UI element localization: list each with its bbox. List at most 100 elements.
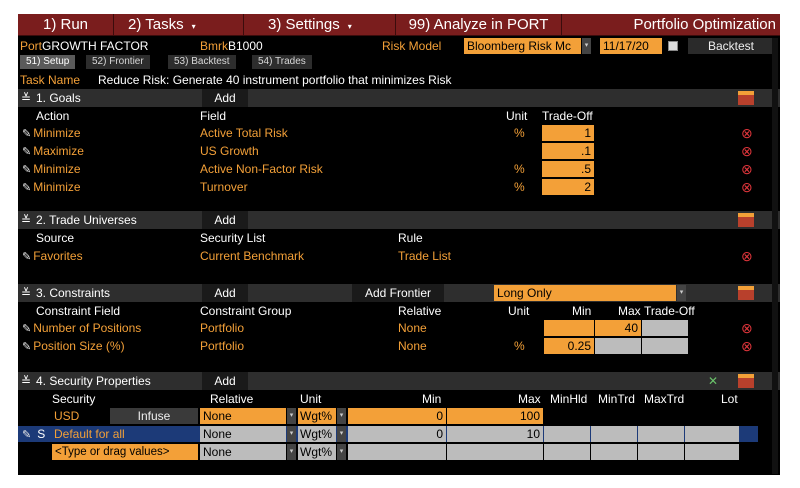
tab-setup[interactable]: 51) Setup: [20, 55, 76, 69]
risk-model-dropdown[interactable]: Bloomberg Risk Mc: [464, 38, 581, 54]
export-icon[interactable]: [738, 213, 754, 227]
constraint-tradeoff-input[interactable]: [642, 320, 688, 336]
collapse-icon[interactable]: ≚: [21, 89, 31, 107]
collapse-icon[interactable]: ≚: [21, 372, 31, 390]
universe-row[interactable]: ✎ Favorites: [22, 248, 83, 265]
vertical-scrollbar[interactable]: [772, 38, 778, 474]
delete-icon[interactable]: ⊗: [741, 338, 753, 354]
goals-add-button[interactable]: Add: [202, 89, 248, 107]
pencil-icon[interactable]: ✎: [22, 249, 31, 265]
chevron-down-icon[interactable]: ▾: [677, 285, 686, 301]
constraint-row[interactable]: ✎ Number of Positions: [22, 320, 141, 337]
collapse-icon[interactable]: ≚: [21, 211, 31, 229]
menu-settings[interactable]: 3) Settings ▾: [244, 14, 396, 36]
property-relative-dropdown[interactable]: None: [200, 426, 286, 442]
constraint-max-input[interactable]: 40: [595, 320, 641, 336]
tab-frontier[interactable]: 52) Frontier: [86, 55, 150, 69]
property-mintrd-input[interactable]: [591, 426, 637, 442]
property-relative-dropdown[interactable]: None: [200, 444, 286, 460]
goal-row[interactable]: ✎ Minimize: [22, 179, 81, 196]
excel-icon[interactable]: ✕: [708, 372, 718, 390]
goal-row[interactable]: ✎ Maximize: [22, 143, 84, 160]
chevron-down-icon[interactable]: ▾: [287, 444, 296, 460]
pencil-icon[interactable]: ✎: [22, 126, 31, 142]
calendar-icon[interactable]: [668, 41, 678, 51]
pencil-icon[interactable]: ✎: [22, 180, 31, 196]
property-min-input[interactable]: 0: [348, 426, 446, 442]
goal-row[interactable]: ✎ Minimize: [22, 161, 81, 178]
constraint-relative: None: [398, 321, 427, 335]
export-icon[interactable]: [738, 91, 754, 105]
constraint-tradeoff-input[interactable]: [642, 338, 688, 354]
delete-icon[interactable]: ⊗: [741, 248, 753, 264]
port-selector[interactable]: PortGROWTH FACTOR: [20, 38, 148, 54]
tab-backtest[interactable]: 53) Backtest: [168, 55, 236, 69]
property-unit-dropdown[interactable]: Wgt%: [298, 426, 336, 442]
property-row[interactable]: ✎ S: [22, 426, 45, 443]
tab-trades[interactable]: 54) Trades: [252, 55, 312, 69]
goal-tradeoff-input[interactable]: 2: [542, 179, 594, 195]
goal-row[interactable]: ✎ Minimize: [22, 125, 81, 142]
chevron-down-icon[interactable]: ▾: [287, 426, 296, 442]
menu-analyze-in-port[interactable]: 99) Analyze in PORT: [396, 14, 562, 36]
goal-tradeoff-input[interactable]: .5: [542, 161, 594, 177]
delete-icon[interactable]: ⊗: [741, 320, 753, 336]
property-min-input[interactable]: 0: [348, 408, 446, 424]
task-name-value[interactable]: Reduce Risk: Generate 40 instrument port…: [98, 72, 451, 88]
constraint-max-input[interactable]: [595, 338, 641, 354]
universes-title: 2. Trade Universes: [36, 213, 137, 227]
universes-add-button[interactable]: Add: [202, 211, 248, 229]
pencil-icon[interactable]: ✎: [22, 162, 31, 178]
property-min-input[interactable]: [348, 444, 446, 460]
property-max-input[interactable]: [447, 444, 543, 460]
pencil-icon[interactable]: ✎: [22, 427, 31, 443]
property-minhld-input[interactable]: [544, 426, 590, 442]
pencil-icon[interactable]: ✎: [22, 339, 31, 355]
col-constraint-group: Constraint Group: [200, 304, 292, 318]
menu-run[interactable]: 1) Run: [18, 14, 114, 36]
export-icon[interactable]: [738, 286, 754, 300]
constraint-row[interactable]: ✎ Position Size (%): [22, 338, 125, 355]
delete-icon[interactable]: ⊗: [741, 143, 753, 159]
pencil-icon[interactable]: ✎: [22, 321, 31, 337]
chevron-down-icon[interactable]: ▾: [337, 408, 346, 424]
properties-add-button[interactable]: Add: [202, 372, 248, 390]
property-unit-dropdown[interactable]: Wgt%: [298, 444, 336, 460]
delete-icon[interactable]: ⊗: [741, 161, 753, 177]
chevron-down-icon[interactable]: ▾: [582, 38, 591, 54]
property-maxtrd-input[interactable]: [638, 426, 684, 442]
benchmark-selector[interactable]: BmrkB1000: [200, 38, 263, 54]
property-max-input[interactable]: 100: [447, 408, 543, 424]
collapse-icon[interactable]: ≚: [21, 284, 31, 302]
menu-tasks-label: 2) Tasks: [128, 16, 184, 33]
property-lot-input[interactable]: [685, 444, 739, 460]
menu-tasks[interactable]: 2) Tasks ▾: [114, 14, 244, 36]
pencil-icon[interactable]: ✎: [22, 144, 31, 160]
constraint-min-input[interactable]: [544, 320, 594, 336]
goal-action: Maximize: [33, 144, 84, 158]
chevron-down-icon[interactable]: ▾: [287, 408, 296, 424]
constraints-add-button[interactable]: Add: [202, 284, 248, 302]
property-relative-dropdown[interactable]: None: [200, 408, 286, 424]
backtest-button[interactable]: Backtest: [688, 38, 774, 54]
date-field[interactable]: 11/17/20: [600, 38, 662, 54]
delete-icon[interactable]: ⊗: [741, 125, 753, 141]
property-max-input[interactable]: 10: [447, 426, 543, 442]
chevron-down-icon[interactable]: ▾: [337, 426, 346, 442]
chevron-down-icon[interactable]: ▾: [337, 444, 346, 460]
property-lot-input[interactable]: [685, 426, 739, 442]
property-mintrd-input[interactable]: [591, 444, 637, 460]
export-icon[interactable]: [738, 374, 754, 388]
add-frontier-button[interactable]: Add Frontier: [352, 284, 444, 302]
property-minhld-input[interactable]: [544, 444, 590, 460]
goal-tradeoff-input[interactable]: .1: [542, 143, 594, 159]
risk-model-label: Risk Model: [382, 39, 442, 53]
add-security-input[interactable]: <Type or drag values>: [52, 444, 198, 460]
long-only-dropdown[interactable]: Long Only: [494, 285, 676, 301]
property-maxtrd-input[interactable]: [638, 444, 684, 460]
delete-icon[interactable]: ⊗: [741, 179, 753, 195]
property-unit-dropdown[interactable]: Wgt%: [298, 408, 336, 424]
infuse-button[interactable]: Infuse: [110, 408, 198, 424]
constraint-min-input[interactable]: 0.25: [544, 338, 594, 354]
goal-tradeoff-input[interactable]: 1: [542, 125, 594, 141]
